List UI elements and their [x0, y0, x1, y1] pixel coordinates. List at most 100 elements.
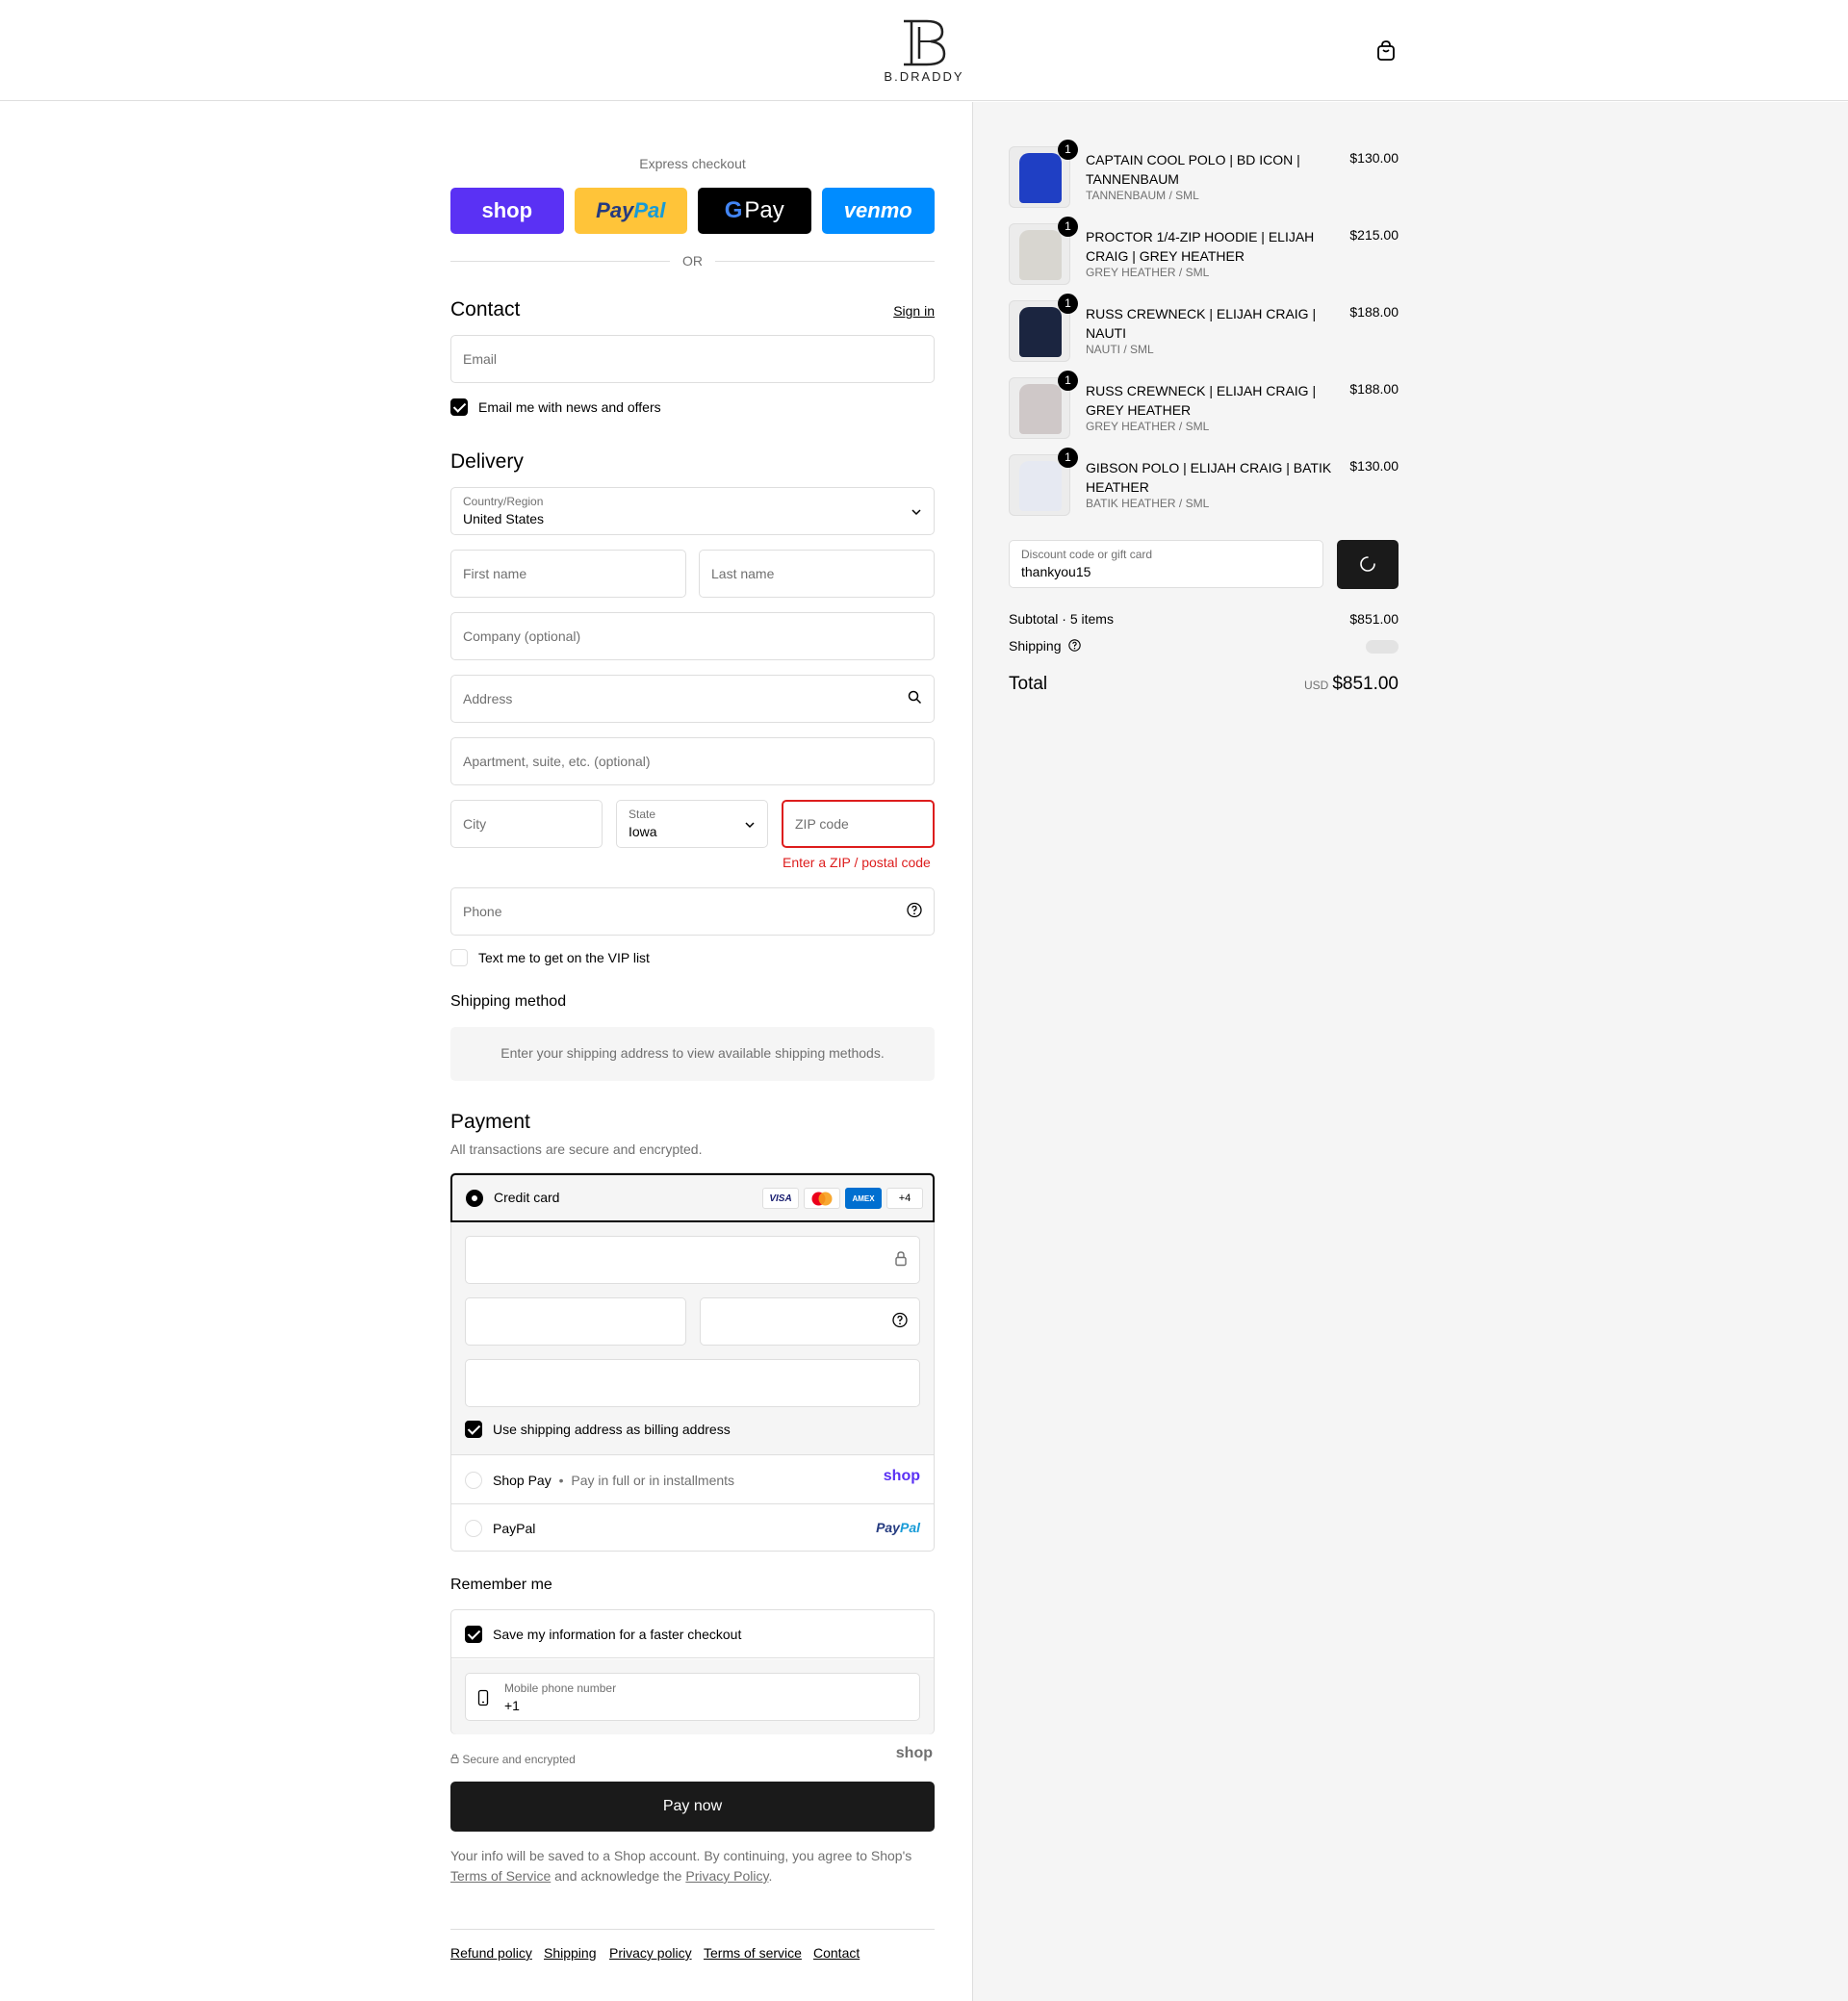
product-name: GIBSON POLO | ELIJAH CRAIG | BATIK HEATH…	[1086, 460, 1332, 495]
shipping-value-skeleton	[1366, 640, 1399, 654]
product-image: 1	[1009, 448, 1078, 516]
legal-notice: Your info will be saved to a Shop accoun…	[450, 1846, 935, 1886]
shop-pay-logo: shop	[481, 198, 533, 222]
help-circle-icon[interactable]	[1068, 639, 1082, 654]
save-info-checkbox[interactable]	[465, 1626, 482, 1643]
billing-address-checkbox[interactable]	[465, 1421, 482, 1438]
email-field[interactable]: Email	[450, 335, 935, 383]
google-pay-label: Pay	[744, 197, 784, 223]
venmo-button[interactable]: venmo	[821, 188, 935, 234]
phone-field[interactable]: Phone	[450, 887, 935, 936]
paypal-logo: PayPal	[876, 1520, 920, 1535]
brand-logo[interactable]: B.DRADDY	[878, 17, 970, 85]
product-name: RUSS CREWNECK | ELIJAH CRAIG | NAUTI	[1086, 306, 1317, 341]
shopping-bag-icon[interactable]	[1376, 40, 1396, 62]
legal-text-end: .	[768, 1868, 773, 1884]
vip-sms-checkbox[interactable]	[450, 949, 468, 966]
paypal-label: PayPal	[493, 1521, 536, 1536]
total-value: $851.00	[1332, 674, 1399, 694]
google-pay-button[interactable]: G Pay	[698, 188, 811, 234]
product-variant: GREY HEATHER / SML	[1086, 266, 1210, 279]
mobile-phone-field[interactable]: Mobile phone number +1	[465, 1673, 920, 1721]
delivery-heading: Delivery	[450, 450, 524, 473]
terms-of-service-link[interactable]: Terms of Service	[450, 1868, 551, 1884]
payment-subtitle: All transactions are secure and encrypte…	[450, 1142, 703, 1157]
company-field[interactable]: Company (optional)	[450, 612, 935, 660]
remember-me-heading: Remember me	[450, 1577, 552, 1593]
last-name-field[interactable]: Last name	[699, 550, 935, 598]
sign-in-link[interactable]: Sign in	[893, 303, 935, 319]
mobile-phone-label: Mobile phone number	[504, 1681, 617, 1695]
paypal-button[interactable]: Pay Pal	[574, 188, 687, 234]
save-info-row[interactable]: Save my information for a faster checkou…	[451, 1610, 934, 1658]
chevron-down-icon	[911, 503, 922, 519]
help-circle-icon[interactable]	[907, 902, 922, 921]
mastercard-icon	[804, 1188, 840, 1209]
zip-code-field[interactable]: ZIP code	[782, 800, 935, 848]
shipping-method-placeholder: Enter your shipping address to view avai…	[450, 1027, 935, 1081]
product-garment	[1019, 153, 1062, 203]
shop-pay-option[interactable]: Shop Pay • Pay in full or in installment…	[451, 1456, 934, 1504]
total-row: Total USD $851.00	[1009, 674, 1399, 699]
line-item: 1 RUSS CREWNECK | ELIJAH CRAIG | GREY HE…	[1009, 371, 1399, 445]
card-number-field[interactable]	[465, 1236, 920, 1284]
product-name: RUSS CREWNECK | ELIJAH CRAIG | GREY HEAT…	[1086, 383, 1317, 418]
mobile-phone-value: +1	[504, 1698, 520, 1713]
quantity-badge: 1	[1058, 294, 1078, 314]
product-garment	[1019, 230, 1062, 280]
shop-pay-radio[interactable]	[465, 1472, 482, 1489]
terms-of-service-footer-link[interactable]: Terms of service	[704, 1945, 802, 1961]
state-value: Iowa	[629, 824, 657, 839]
divider-line-right	[715, 261, 935, 262]
discount-code-value: thankyou15	[1021, 564, 1091, 579]
product-garment	[1019, 384, 1062, 434]
country-select[interactable]: Country/Region United States	[450, 487, 935, 535]
city-field[interactable]: City	[450, 800, 603, 848]
paypal-logo-pal: Pal	[633, 198, 666, 222]
paypal-option[interactable]: PayPal PayPal	[451, 1505, 934, 1552]
credit-card-radio[interactable]	[466, 1190, 483, 1207]
state-select[interactable]: State Iowa	[616, 800, 768, 848]
apartment-field[interactable]: Apartment, suite, etc. (optional)	[450, 737, 935, 785]
credit-card-option[interactable]: Credit card VISA AMEX +4	[450, 1173, 935, 1222]
quantity-badge: 1	[1058, 448, 1078, 468]
discount-code-label: Discount code or gift card	[1021, 548, 1153, 561]
first-name-field[interactable]: First name	[450, 550, 686, 598]
refund-policy-link[interactable]: Refund policy	[450, 1945, 532, 1961]
help-circle-icon[interactable]	[892, 1312, 908, 1331]
company-placeholder: Company (optional)	[463, 629, 581, 644]
paypal-radio[interactable]	[465, 1520, 482, 1537]
country-value: United States	[463, 511, 545, 526]
privacy-policy-footer-link[interactable]: Privacy policy	[609, 1945, 692, 1961]
product-image: 1	[1009, 217, 1078, 285]
contact-link[interactable]: Contact	[813, 1945, 860, 1961]
discount-code-field[interactable]: Discount code or gift card thankyou15	[1009, 540, 1323, 588]
shipping-link[interactable]: Shipping	[544, 1945, 597, 1961]
zip-error-message: Enter a ZIP / postal code	[783, 855, 931, 870]
apartment-placeholder: Apartment, suite, etc. (optional)	[463, 754, 651, 769]
apply-discount-button[interactable]	[1337, 540, 1399, 589]
credit-card-label: Credit card	[494, 1190, 560, 1205]
email-placeholder: Email	[463, 351, 498, 367]
pay-now-button[interactable]: Pay now	[450, 1782, 935, 1832]
expiration-date-field[interactable]	[465, 1297, 686, 1346]
visa-icon: VISA	[762, 1188, 799, 1209]
shipping-row: Shipping	[1009, 638, 1399, 654]
paypal-logo-pay: Pay	[596, 198, 634, 222]
shop-pay-button[interactable]: shop	[450, 188, 564, 234]
privacy-policy-link[interactable]: Privacy Policy	[685, 1868, 768, 1884]
remember-me-box: Save my information for a faster checkou…	[450, 1609, 935, 1734]
security-code-field[interactable]	[700, 1297, 920, 1346]
line-item: 1 RUSS CREWNECK | ELIJAH CRAIG | NAUTI N…	[1009, 294, 1399, 368]
shipping-label: Shipping	[1009, 638, 1062, 654]
or-divider: OR	[450, 251, 935, 270]
separator-dot: •	[558, 1473, 564, 1488]
search-icon	[908, 690, 922, 707]
brand-name: B.DRADDY	[884, 69, 964, 84]
legal-text-mid: and acknowledge the	[554, 1868, 682, 1884]
address-field[interactable]: Address	[450, 675, 935, 723]
newsletter-checkbox[interactable]	[450, 398, 468, 416]
mobile-phone-icon	[477, 1689, 489, 1709]
more-cards-badge: +4	[886, 1188, 923, 1209]
name-on-card-field[interactable]	[465, 1359, 920, 1407]
